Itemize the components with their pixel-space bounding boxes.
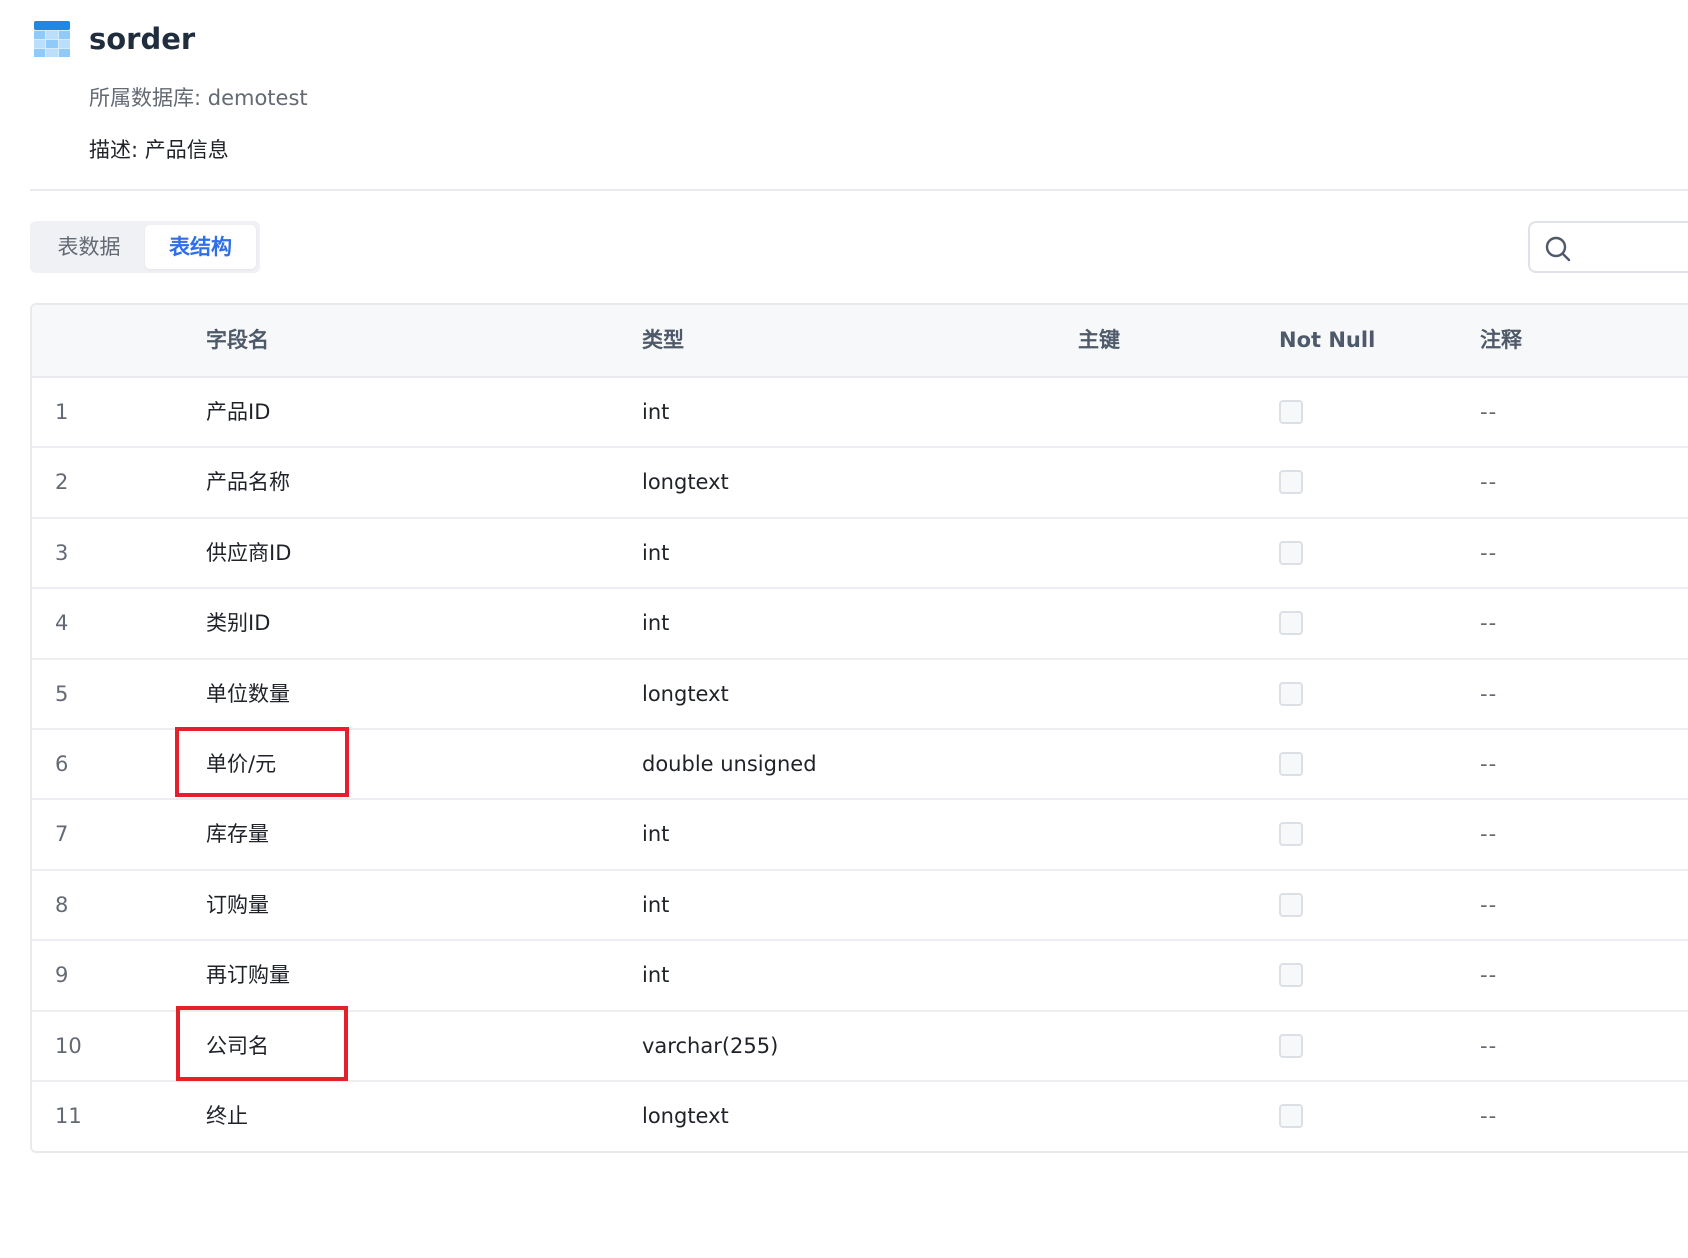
field-comment: --: [1480, 822, 1498, 847]
row-index: 11: [55, 1103, 82, 1128]
field-type: varchar(255): [642, 1033, 779, 1058]
table-row: 3 供应商ID int --: [32, 519, 1688, 590]
table-row: 11 终止 longtext --: [32, 1082, 1688, 1151]
row-index: 9: [55, 963, 69, 988]
field-name: 库存量: [206, 822, 269, 847]
field-name: 再订购量: [206, 963, 290, 988]
not-null-checkbox[interactable]: [1279, 963, 1303, 988]
field-comment: --: [1480, 1033, 1498, 1058]
field-name: 产品ID: [206, 400, 271, 424]
field-comment: --: [1480, 892, 1498, 917]
table-row: 6 单价/元 double unsigned --: [32, 730, 1688, 801]
field-name: 单位数量: [206, 681, 290, 706]
table-row: 2 产品名称 longtext --: [32, 448, 1688, 519]
description-label: 描述: 产品信息: [89, 138, 229, 162]
header-comment: 注释: [1480, 328, 1522, 352]
row-index: 6: [55, 751, 69, 776]
field-type: int: [642, 892, 670, 917]
field-name: 供应商ID: [206, 540, 292, 565]
table-row: 5 单位数量 longtext --: [32, 660, 1688, 730]
not-null-checkbox[interactable]: [1279, 1033, 1303, 1058]
not-null-checkbox[interactable]: [1279, 400, 1303, 424]
search-button[interactable]: [1528, 221, 1688, 273]
table-row: 8 订购量 int --: [32, 871, 1688, 942]
header-not-null: Not Null: [1279, 328, 1376, 352]
tab-table-data[interactable]: 表数据: [34, 225, 144, 269]
not-null-checkbox[interactable]: [1279, 1103, 1303, 1128]
field-name: 类别ID: [206, 611, 271, 636]
field-type: longtext: [642, 470, 729, 495]
not-null-checkbox[interactable]: [1279, 751, 1303, 776]
field-name: 订购量: [206, 892, 269, 917]
row-index: 3: [55, 540, 69, 565]
field-comment: --: [1480, 540, 1498, 565]
table-header: 字段名 类型 主键 Not Null 注释: [32, 305, 1688, 378]
field-name: 公司名: [206, 1033, 269, 1058]
table-row: 10 公司名 varchar(255) --: [32, 1012, 1688, 1082]
not-null-checkbox[interactable]: [1279, 611, 1303, 636]
not-null-checkbox[interactable]: [1279, 892, 1303, 917]
not-null-checkbox[interactable]: [1279, 822, 1303, 847]
database-label: 所属数据库: demotest: [89, 86, 308, 110]
table-row: 1 产品ID int --: [32, 378, 1688, 449]
page-title: sorder: [89, 22, 196, 56]
header-primary-key: 主键: [1078, 328, 1120, 352]
field-type: double unsigned: [642, 751, 817, 776]
search-icon: [1545, 236, 1571, 262]
row-index: 5: [55, 681, 69, 706]
row-index: 7: [55, 822, 69, 847]
field-type: int: [642, 611, 670, 636]
field-type: int: [642, 400, 670, 424]
structure-table: 字段名 类型 主键 Not Null 注释 1 产品ID int -- 2 产品…: [30, 303, 1688, 1153]
view-tabs: 表数据 表结构: [30, 221, 260, 273]
table-body: 1 产品ID int -- 2 产品名称 longtext -- 3 供应商ID…: [32, 378, 1688, 1151]
field-name: 单价/元: [206, 751, 277, 776]
not-null-checkbox[interactable]: [1279, 681, 1303, 706]
row-index: 2: [55, 470, 69, 495]
field-comment: --: [1480, 611, 1498, 636]
table-detail-page: sorder 所属数据库: demotest 描述: 产品信息 表数据 表结构 …: [0, 0, 1688, 1258]
field-comment: --: [1480, 751, 1498, 776]
field-comment: --: [1480, 400, 1498, 424]
table-row: 9 再订购量 int --: [32, 941, 1688, 1012]
field-name: 终止: [206, 1103, 248, 1128]
header-type: 类型: [642, 328, 684, 352]
field-type: int: [642, 540, 670, 565]
row-index: 1: [55, 400, 69, 424]
field-type: int: [642, 822, 670, 847]
table-row: 7 库存量 int --: [32, 800, 1688, 871]
table-icon: [34, 21, 70, 57]
not-null-checkbox[interactable]: [1279, 540, 1303, 565]
field-comment: --: [1480, 470, 1498, 495]
field-type: longtext: [642, 681, 729, 706]
field-type: int: [642, 963, 670, 988]
header-field-name: 字段名: [206, 328, 269, 352]
field-name: 产品名称: [206, 470, 290, 495]
field-comment: --: [1480, 963, 1498, 988]
field-comment: --: [1480, 1103, 1498, 1128]
field-type: longtext: [642, 1103, 729, 1128]
tab-table-structure[interactable]: 表结构: [145, 225, 256, 269]
row-index: 4: [55, 611, 69, 636]
header-divider: [30, 189, 1688, 191]
table-row: 4 类别ID int --: [32, 589, 1688, 660]
row-index: 8: [55, 892, 69, 917]
row-index: 10: [55, 1033, 82, 1058]
not-null-checkbox[interactable]: [1279, 470, 1303, 495]
field-comment: --: [1480, 681, 1498, 706]
